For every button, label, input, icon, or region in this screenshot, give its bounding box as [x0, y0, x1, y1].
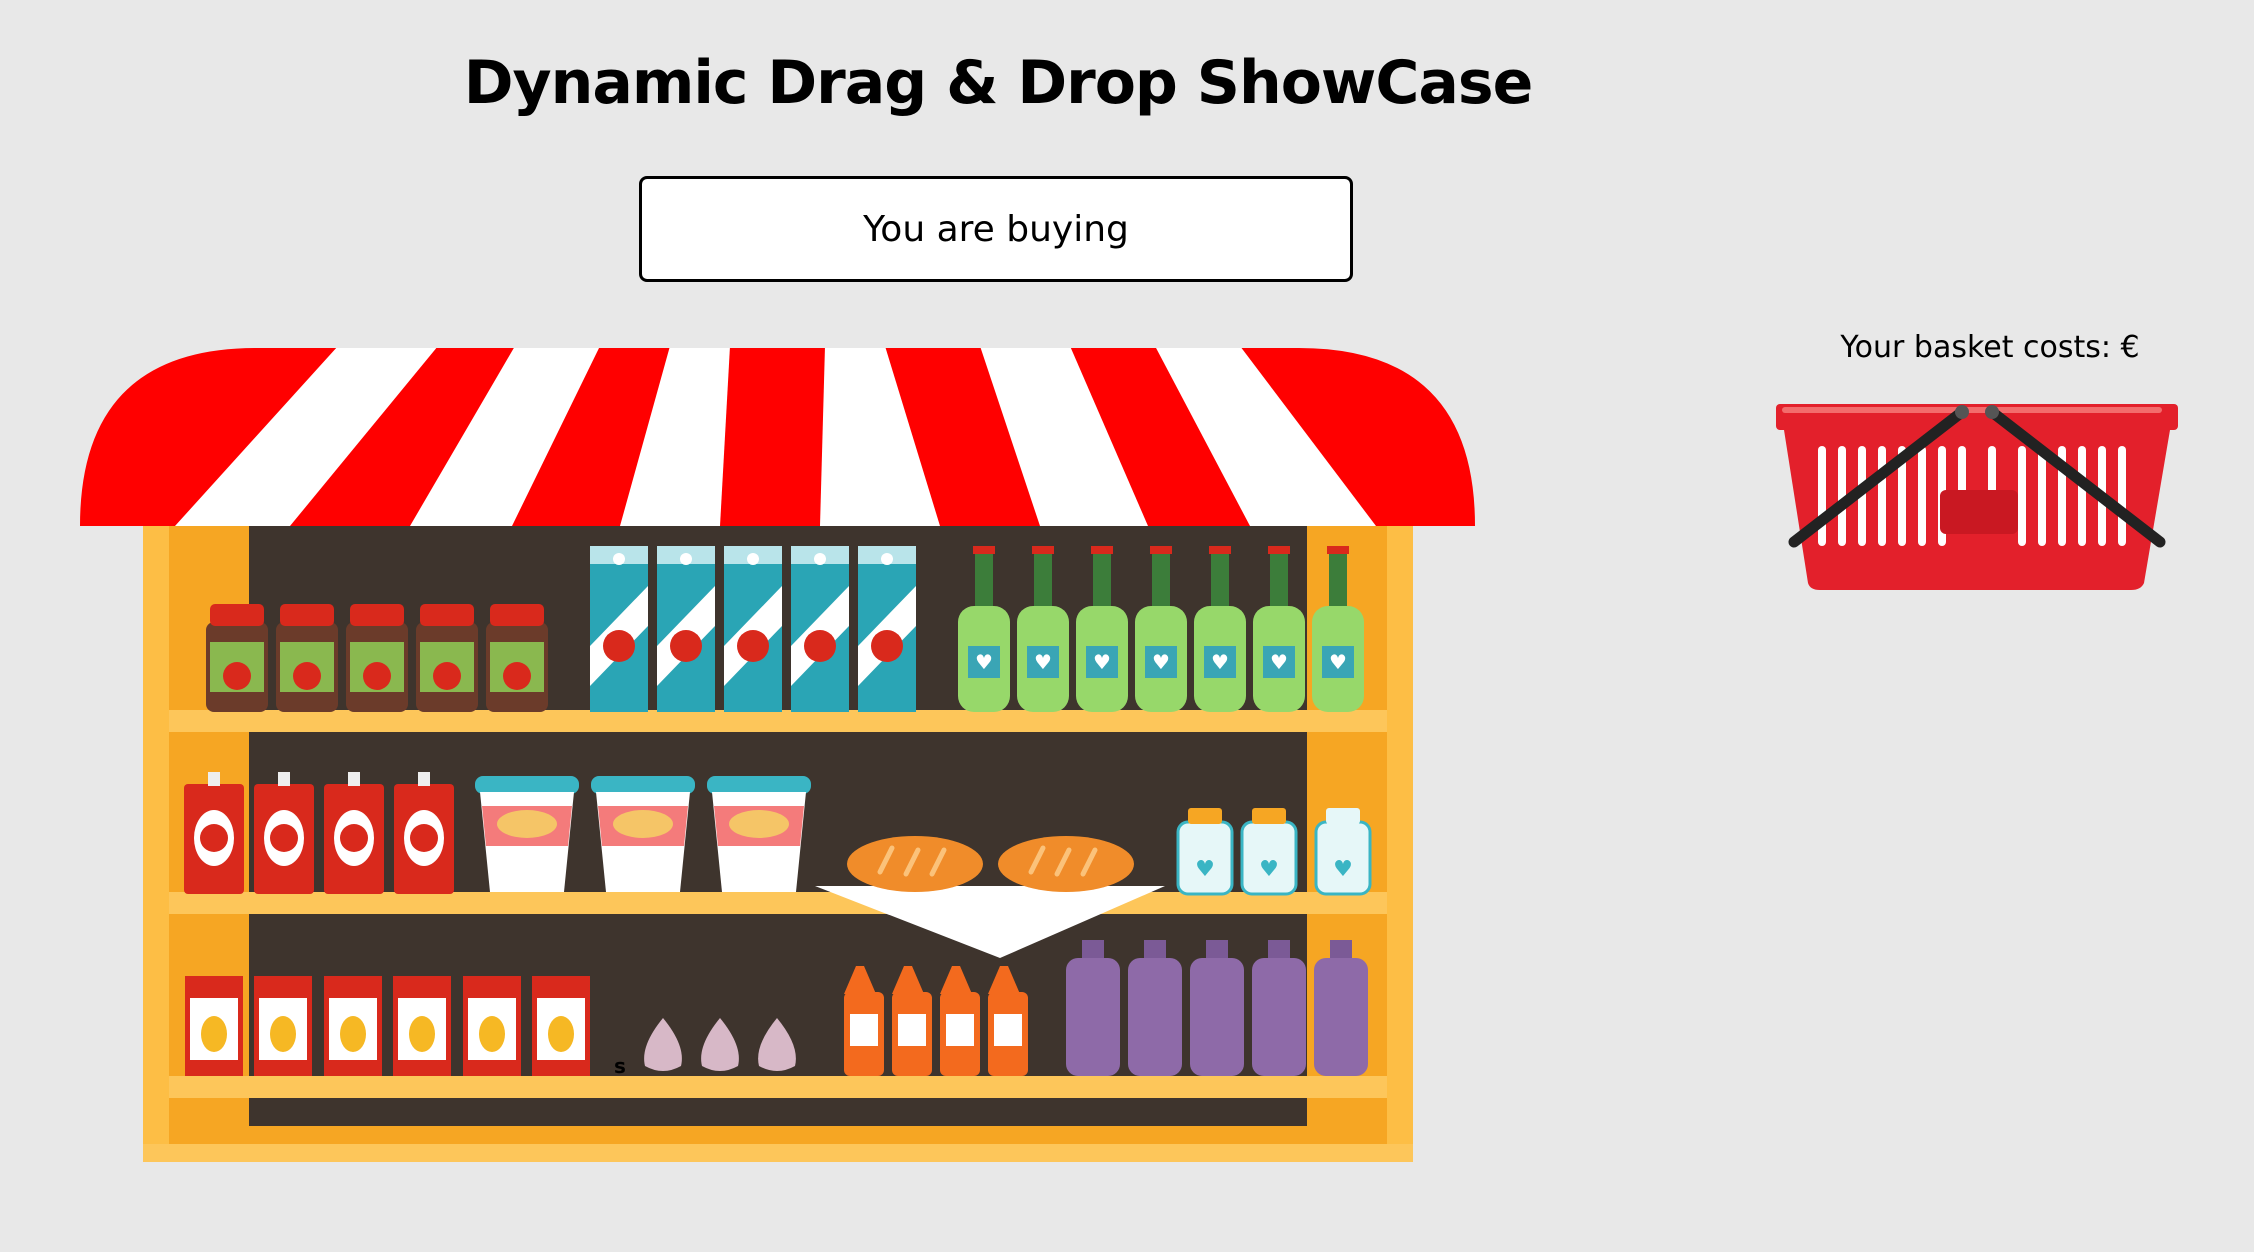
pear-juice-carton-4[interactable] [393, 976, 451, 1076]
svg-text:♥: ♥ [975, 650, 993, 674]
svg-text:♥: ♥ [1333, 857, 1353, 882]
page-title: Dynamic Drag & Drop ShowCase [463, 48, 1534, 118]
basket-icon[interactable] [1776, 398, 2186, 598]
bread-loaf-1[interactable] [847, 836, 983, 892]
purple-bottle-2[interactable] [1128, 940, 1182, 1076]
soup-bucket-3[interactable] [707, 776, 811, 892]
purple-bottle-1[interactable] [1066, 940, 1120, 1076]
pear-juice-carton-1[interactable] [185, 976, 243, 1076]
apple-juice-carton-5[interactable] [858, 546, 916, 712]
purple-bottle-3[interactable] [1190, 940, 1244, 1076]
tomato-sauce-box-1[interactable] [184, 772, 244, 894]
svg-text:♥: ♥ [1152, 650, 1170, 674]
svg-text:♥: ♥ [1270, 650, 1288, 674]
soup-bucket-2[interactable] [591, 776, 695, 892]
jam-jar-5[interactable] [486, 604, 548, 712]
apple-juice-carton-1[interactable] [590, 546, 648, 712]
tomato-sauce-box-2[interactable] [254, 772, 314, 894]
svg-text:♥: ♥ [1093, 650, 1111, 674]
milk-jar-3[interactable]: ♥ [1314, 808, 1372, 896]
shop-stall: ♥ ♥ ♥ ♥ ♥ ♥ ♥ ♥ ♥ ♥ [80, 347, 1475, 1162]
apple-juice-carton-4[interactable] [791, 546, 849, 712]
apple-juice-carton-2[interactable] [657, 546, 715, 712]
apple-juice-carton-3[interactable] [724, 546, 782, 712]
svg-text:♥: ♥ [1211, 650, 1229, 674]
purple-bottle-4[interactable] [1252, 940, 1306, 1076]
bread-loaf-2[interactable] [998, 836, 1134, 892]
stray-text: s [614, 1054, 626, 1078]
svg-text:♥: ♥ [1034, 650, 1052, 674]
pear-juice-carton-6[interactable] [532, 976, 590, 1076]
buying-dropzone[interactable]: You are buying [639, 176, 1353, 282]
jam-jar-3[interactable] [346, 604, 408, 712]
tomato-sauce-box-3[interactable] [324, 772, 384, 894]
soup-bucket-1[interactable] [475, 776, 579, 892]
pear-juice-carton-3[interactable] [324, 976, 382, 1076]
pear-juice-carton-2[interactable] [254, 976, 312, 1076]
svg-text:♥: ♥ [1329, 650, 1347, 674]
milk-jar-1[interactable]: ♥ [1176, 808, 1234, 896]
svg-text:♥: ♥ [1195, 857, 1215, 882]
purple-bottle-5[interactable] [1314, 940, 1368, 1076]
jam-jar-2[interactable] [276, 604, 338, 712]
milk-jar-2[interactable]: ♥ [1240, 808, 1298, 896]
svg-text:♥: ♥ [1259, 857, 1279, 882]
buying-label: You are buying [863, 208, 1129, 250]
jam-jar-1[interactable] [206, 604, 268, 712]
tomato-sauce-box-4[interactable] [394, 772, 454, 894]
basket-cost-label: Your basket costs: € [1840, 330, 2140, 365]
pear-juice-carton-5[interactable] [463, 976, 521, 1076]
jam-jar-4[interactable] [416, 604, 478, 712]
